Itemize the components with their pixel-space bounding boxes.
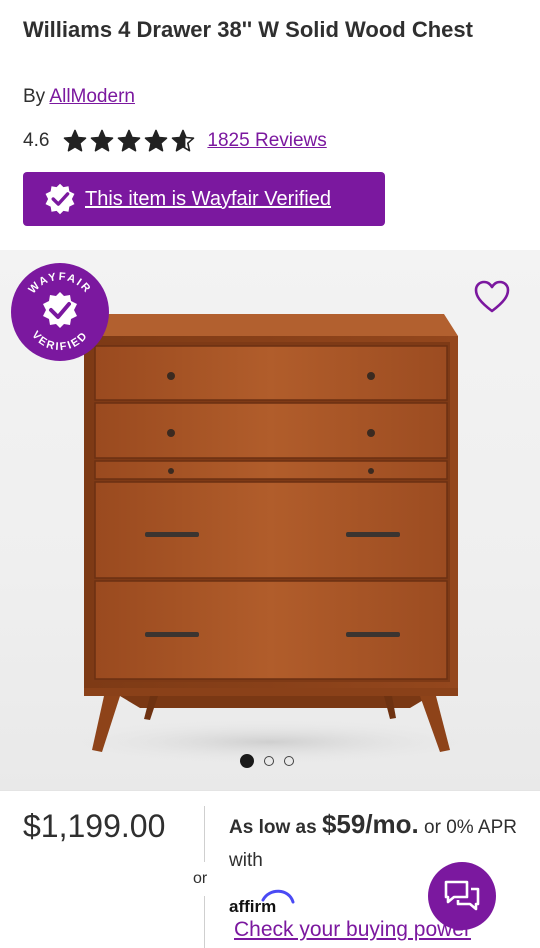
verified-label: This item is Wayfair Verified [85,187,331,210]
star-icon [145,129,168,152]
check-buying-power-link[interactable]: Check your buying power [234,918,471,942]
product-image-gallery[interactable]: WAYFAIR VERIFIED [0,250,540,790]
carousel-dot[interactable] [240,754,254,768]
wayfair-verified-seal-icon: WAYFAIR VERIFIED [11,263,109,361]
or-label: or [193,870,208,887]
byline-prefix: By [23,86,46,107]
installment-prefix: As low as [229,817,317,838]
chat-bubbles-icon [444,880,480,911]
byline: By AllModern [23,86,135,108]
divider [0,790,540,791]
affirm-label: affirm [229,897,276,916]
wayfair-verified-button[interactable]: This item is Wayfair Verified [23,172,385,226]
brand-link[interactable]: AllModern [49,86,135,107]
product-price: $1,199.00 [23,808,166,844]
verified-check-icon [45,183,75,215]
divider-vertical-bottom [204,896,205,948]
star-icon [91,129,114,152]
product-title: Williams 4 Drawer 38'' W Solid Wood Ches… [23,17,473,42]
installment-amount: $59/mo. [321,809,419,839]
carousel-indicator [240,754,294,768]
reviews-link[interactable]: 1825 Reviews [207,130,326,152]
financing-text: As low as $59/mo. or 0% APR with [229,808,529,877]
star-icon [118,129,141,152]
carousel-dot[interactable] [284,756,294,766]
star-icon [64,129,87,152]
rating-value: 4.6 [23,130,50,151]
heart-outline-icon[interactable] [474,280,510,314]
rating-row: 4.6 1825 Reviews [23,126,327,156]
chat-button[interactable] [428,862,496,930]
divider-vertical-top [204,806,205,862]
carousel-dot[interactable] [264,756,274,766]
affirm-logo: affirm [229,889,295,916]
star-icon [172,129,195,152]
star-rating [63,129,195,153]
